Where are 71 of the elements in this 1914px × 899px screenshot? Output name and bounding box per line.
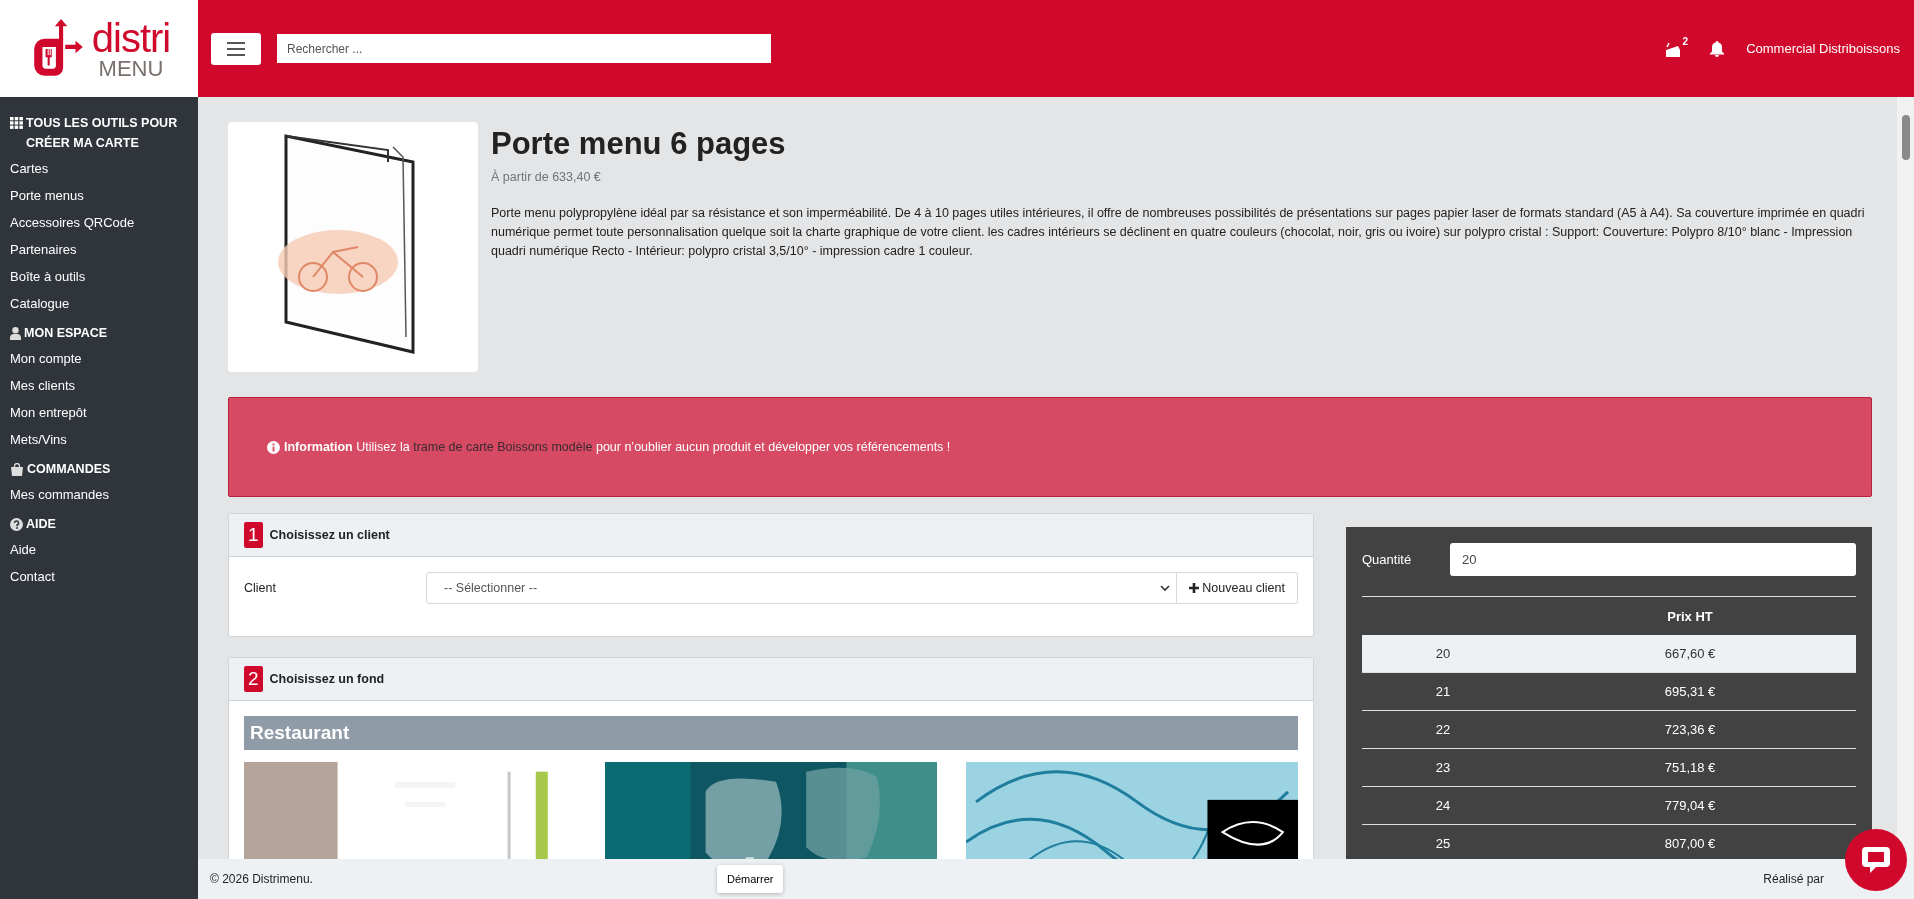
sidebar-heading: TOUS LES OUTILS POUR CRÉER MA CARTE (26, 115, 179, 152)
product-description: Porte menu polypropylène idéal par sa résistance et son imperméabilité. De 4 à 10 pages utiles intérieures, il offre de nombreuses possibilités de présentations sur pages papier laser de formats standard (A5 à A4). Sa couverture imprimée en quadri numérique permet toute personnalisation quelque soit la charte graphique de votre client. les cadres intérieurs se déclinent en quatre couleurs (chocolat, noir, gris ou ivoire) sur polypro cristal : Support: Couverture: Polypro 8/10° blanc - Impression quadri numérique Recto - Intérieur: polypro cristal 3,5/10° - impression cadre 1 couleur. (491, 205, 1866, 260)
step-title: Choisissez un client (269, 528, 390, 542)
user-icon (10, 327, 21, 340)
sidebar-item[interactable]: Partenaires (10, 242, 77, 258)
sidebar-heading: COMMANDES (27, 461, 111, 478)
quantity-cell: 24 (1435, 798, 1451, 813)
plus-icon (1189, 583, 1200, 593)
quantity-label: Quantité (1362, 552, 1413, 567)
quantity-cell: 21 (1435, 684, 1451, 699)
step-number: 1 (244, 522, 263, 548)
sidebar-item[interactable]: Cartes (10, 161, 49, 177)
chat-icon (1860, 845, 1892, 875)
cake-icon[interactable] (1663, 40, 1682, 57)
column-header: Prix HT (1667, 608, 1713, 624)
price-row[interactable]: 22 723,36 € (1362, 710, 1856, 749)
logo-text: distri (91, 17, 171, 58)
price-cell: 695,31 € (1664, 684, 1716, 699)
price-row[interactable]: 24 779,04 € (1362, 786, 1856, 825)
step-title: Choisissez un fond (269, 672, 385, 686)
sidebar-item[interactable]: Mon compte (10, 351, 82, 367)
product-price: À partir de 633,40 € (491, 170, 602, 184)
copyright: © 2026 Distrimenu. (210, 872, 313, 886)
quantity-cell: 20 (1435, 646, 1451, 661)
price-cell: 667,60 € (1664, 646, 1716, 661)
menu-button[interactable] (211, 32, 261, 65)
sidebar-item[interactable]: Aide (10, 542, 37, 558)
info-icon (267, 440, 280, 454)
price-row[interactable]: 20 667,60 € (1362, 635, 1856, 673)
quantity-cell: 22 (1435, 722, 1451, 737)
info-message: Information Utilisez la trame de carte Boissons modèle pour n’oublier aucun produit et développer vos référencements ! (284, 440, 951, 454)
credit-text: Réalisé par (1763, 872, 1824, 886)
user-name[interactable]: Commercial Distriboissons (1746, 41, 1900, 56)
price-cell: 807,00 € (1664, 836, 1716, 851)
price-cell: 779,04 € (1664, 798, 1716, 813)
category-heading: Restaurant (244, 716, 1298, 750)
help-icon (10, 518, 23, 531)
price-row[interactable]: 21 695,31 € (1362, 672, 1856, 711)
price-cell: 751,18 € (1664, 760, 1716, 775)
sidebar-item[interactable]: Mets/Vins (10, 432, 67, 448)
scrollbar[interactable] (1897, 97, 1914, 859)
sidebar-item[interactable]: Mon entrepôt (10, 405, 87, 421)
field-label: Client (244, 581, 277, 595)
sidebar-item[interactable]: Accessoires QRCode (10, 215, 135, 231)
menu-icon (227, 41, 245, 56)
start-button[interactable]: Démarrer (717, 865, 784, 893)
logo[interactable]: distri MENU (0, 0, 198, 97)
sidebar-item[interactable]: Mes clients (10, 378, 76, 394)
price-cell: 723,36 € (1664, 722, 1716, 737)
shopping-bag-icon (10, 463, 24, 476)
step-number: 2 (244, 666, 263, 692)
grid-icon (10, 117, 23, 129)
caret-icon (1160, 584, 1171, 592)
logo-subtext: MENU (98, 57, 164, 80)
client-select[interactable]: -- Sélectionner -- (426, 572, 1178, 604)
quantity-cell: 25 (1435, 836, 1451, 851)
bell-icon[interactable] (1710, 40, 1725, 57)
sidebar-item[interactable]: Mes commandes (10, 487, 109, 503)
search-field[interactable]: Rechercher ... (277, 34, 771, 63)
sidebar-item[interactable]: Porte menus (10, 188, 84, 204)
product-title: Porte menu 6 pages (491, 126, 787, 162)
notification-count: 2 (1682, 36, 1689, 47)
sidebar-heading: MON ESPACE (24, 325, 108, 342)
quantity-cell: 23 (1435, 760, 1451, 775)
price-row[interactable]: 23 751,18 € (1362, 748, 1856, 787)
sidebar-item[interactable]: Boîte à outils (10, 269, 86, 285)
sidebar-heading: AIDE (26, 516, 56, 533)
quantity-field[interactable]: 20 (1450, 543, 1856, 576)
sidebar-item[interactable]: Catalogue (10, 296, 70, 312)
new-client-button[interactable]: Nouveau client (1177, 572, 1298, 604)
sidebar-item[interactable]: Contact (10, 569, 55, 585)
